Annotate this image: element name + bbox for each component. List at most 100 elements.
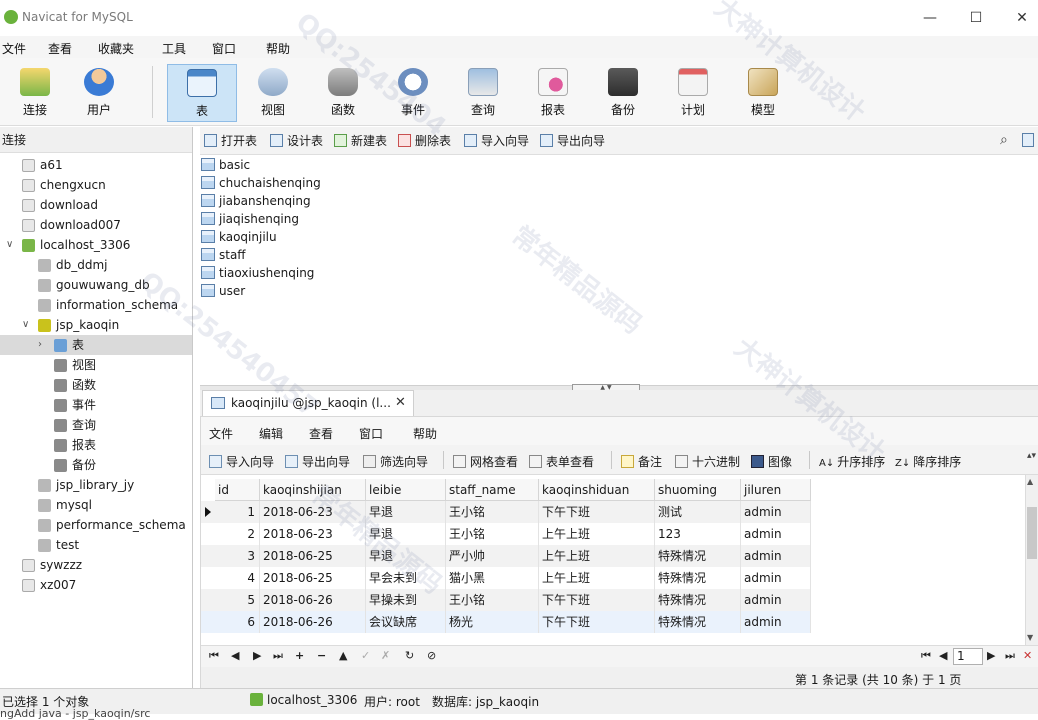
cell-shuoming[interactable]: 特殊情况 [655, 545, 741, 567]
refresh-icon[interactable]: ↻ [405, 649, 414, 662]
cell-kaoqinshiduan[interactable]: 下午下班 [539, 611, 655, 633]
close-tab-icon[interactable]: ✕ [395, 391, 406, 415]
page-next-icon[interactable]: ▶ [987, 649, 995, 662]
cell-leibie[interactable]: 会议缺席 [366, 611, 446, 633]
tree-item[interactable]: jsp_library_jy [0, 475, 192, 495]
cell-kaoqinshiduan[interactable]: 下午下班 [539, 501, 655, 523]
tree-expander-icon[interactable]: ∨ [22, 315, 29, 335]
cell-kaoqinshiduan[interactable]: 上午上班 [539, 567, 655, 589]
table-row[interactable]: 6 2018-06-26 会议缺席 杨光 下午下班 特殊情况 admin [201, 611, 811, 633]
close-pager-icon[interactable]: ✕ [1023, 649, 1032, 662]
column-header-staff_name[interactable]: staff_name [446, 479, 539, 501]
cell-leibie[interactable]: 早会未到 [366, 567, 446, 589]
tree-item[interactable]: performance_schema [0, 515, 192, 535]
cell-kaoqinshiduan[interactable]: 下午下班 [539, 589, 655, 611]
filter-wizard-button[interactable]: 筛选向导 [363, 453, 428, 470]
tree-expander-icon[interactable]: › [38, 335, 42, 355]
cell-jiluren[interactable]: admin [741, 501, 811, 523]
tree-item[interactable]: a61 [0, 155, 192, 175]
cell-shuoming[interactable]: 特殊情况 [655, 567, 741, 589]
toolbar-connection-button[interactable]: 连接 [0, 64, 70, 122]
table-row[interactable]: 5 2018-06-26 早操未到 王小铭 下午下班 特殊情况 admin [201, 589, 811, 611]
tree-item[interactable]: chengxucn [0, 175, 192, 195]
tree-item[interactable]: ∨ localhost_3306 [0, 235, 192, 255]
tree-item[interactable]: information_schema [0, 295, 192, 315]
cell-id[interactable]: 4 [215, 567, 260, 589]
import-wizard-button[interactable]: 导入向导 [464, 133, 529, 149]
delete-record-icon[interactable]: − [317, 649, 326, 662]
tree-item[interactable]: download007 [0, 215, 192, 235]
new-table-button[interactable]: 新建表 [334, 133, 387, 149]
page-number-input[interactable]: 1 [953, 648, 983, 665]
close-window-button[interactable]: ✕ [1000, 6, 1038, 30]
submenu-file[interactable]: 文件 [209, 425, 233, 442]
submenu-view[interactable]: 查看 [309, 425, 333, 442]
tree-item[interactable]: download [0, 195, 192, 215]
toolbar-report-button[interactable]: 报表 [518, 64, 588, 122]
memo-button[interactable]: 备注 [621, 453, 662, 470]
menu-file[interactable]: 文件 [2, 40, 26, 57]
tab-kaoqinjilu[interactable]: kaoqinjilu @jsp_kaoqin (l... ✕ [202, 390, 414, 416]
cell-kaoqinshijian[interactable]: 2018-06-25 [260, 545, 366, 567]
next-record-icon[interactable]: ▶ [253, 649, 261, 662]
sort-descending-button[interactable]: Z↓ 降序排序 [895, 453, 961, 470]
maximize-button[interactable]: ☐ [954, 6, 998, 30]
cell-kaoqinshiduan[interactable]: 上午上班 [539, 545, 655, 567]
tree-item[interactable]: 备份 [0, 455, 192, 475]
grid-view-button[interactable]: 网格查看 [453, 453, 518, 470]
cell-jiluren[interactable]: admin [741, 567, 811, 589]
page-last-icon[interactable]: ⏭ [1005, 649, 1015, 663]
table-object-item[interactable]: jiabanshenqing [201, 192, 311, 210]
toolbar-table-button[interactable]: 表 [167, 64, 237, 122]
submenu-edit[interactable]: 编辑 [259, 425, 283, 442]
delete-table-button[interactable]: 删除表 [398, 133, 451, 149]
menu-favorites[interactable]: 收藏夹 [98, 40, 134, 57]
cell-leibie[interactable]: 早退 [366, 545, 446, 567]
menu-help[interactable]: 帮助 [266, 40, 290, 57]
page-prev-icon[interactable]: ◀ [939, 649, 947, 662]
cell-shuoming[interactable]: 123 [655, 523, 741, 545]
page-first-icon[interactable]: ⏮ [921, 649, 931, 663]
tree-item[interactable]: mysql [0, 495, 192, 515]
tree-item[interactable]: ∨ jsp_kaoqin [0, 315, 192, 335]
table-row[interactable]: 4 2018-06-25 早会未到 猫小黑 上午上班 特殊情况 admin [201, 567, 811, 589]
hex-button[interactable]: 十六进制 [675, 453, 740, 470]
toolbar-user-button[interactable]: 用户 [64, 64, 134, 122]
table-object-item[interactable]: staff [201, 246, 246, 264]
table-object-item[interactable]: basic [201, 156, 250, 174]
table-object-item[interactable]: jiaqishenqing [201, 210, 299, 228]
submenu-window[interactable]: 窗口 [359, 425, 383, 442]
scrollbar-thumb[interactable] [1027, 507, 1037, 559]
cell-jiluren[interactable]: admin [741, 611, 811, 633]
table-row[interactable]: 3 2018-06-25 早退 严小帅 上午上班 特殊情况 admin [201, 545, 811, 567]
cell-id[interactable]: 2 [215, 523, 260, 545]
cell-staff_name[interactable]: 猫小黑 [446, 567, 539, 589]
cell-jiluren[interactable]: admin [741, 545, 811, 567]
cell-shuoming[interactable]: 测试 [655, 501, 741, 523]
table-object-item[interactable]: chuchaishenqing [201, 174, 321, 192]
cell-leibie[interactable]: 早操未到 [366, 589, 446, 611]
column-header-kaoqinshiduan[interactable]: kaoqinshiduan [539, 479, 655, 501]
first-record-icon[interactable]: ⏮ [209, 649, 219, 663]
form-view-button[interactable]: 表单查看 [529, 453, 594, 470]
discard-changes-icon[interactable]: ✗ [381, 649, 390, 662]
minimize-button[interactable]: — [908, 6, 952, 30]
toolbar-event-button[interactable]: 事件 [378, 64, 448, 122]
sort-ascending-button[interactable]: A↓ 升序排序 [819, 453, 885, 470]
tree-item[interactable]: db_ddmj [0, 255, 192, 275]
cell-kaoqinshijian[interactable]: 2018-06-26 [260, 589, 366, 611]
scroll-up-icon[interactable]: ▲ [1027, 477, 1033, 486]
tree-item[interactable]: 视图 [0, 355, 192, 375]
table-row[interactable]: 1 2018-06-23 早退 王小铭 下午下班 测试 admin [201, 501, 811, 523]
stop-icon[interactable]: ⊘ [427, 649, 436, 662]
toolbar-backup-button[interactable]: 备份 [588, 64, 658, 122]
toolbar-model-button[interactable]: 模型 [728, 64, 798, 122]
table-row[interactable]: 2 2018-06-23 早退 王小铭 上午上班 123 admin [201, 523, 811, 545]
cell-staff_name[interactable]: 杨光 [446, 611, 539, 633]
submenu-help[interactable]: 帮助 [413, 425, 437, 442]
cell-leibie[interactable]: 早退 [366, 523, 446, 545]
view-mode-icon[interactable] [1022, 133, 1034, 147]
cell-jiluren[interactable]: admin [741, 523, 811, 545]
table-object-item[interactable]: user [201, 282, 245, 300]
toolbar-overflow-icon[interactable]: ▴▾ [1027, 451, 1036, 461]
